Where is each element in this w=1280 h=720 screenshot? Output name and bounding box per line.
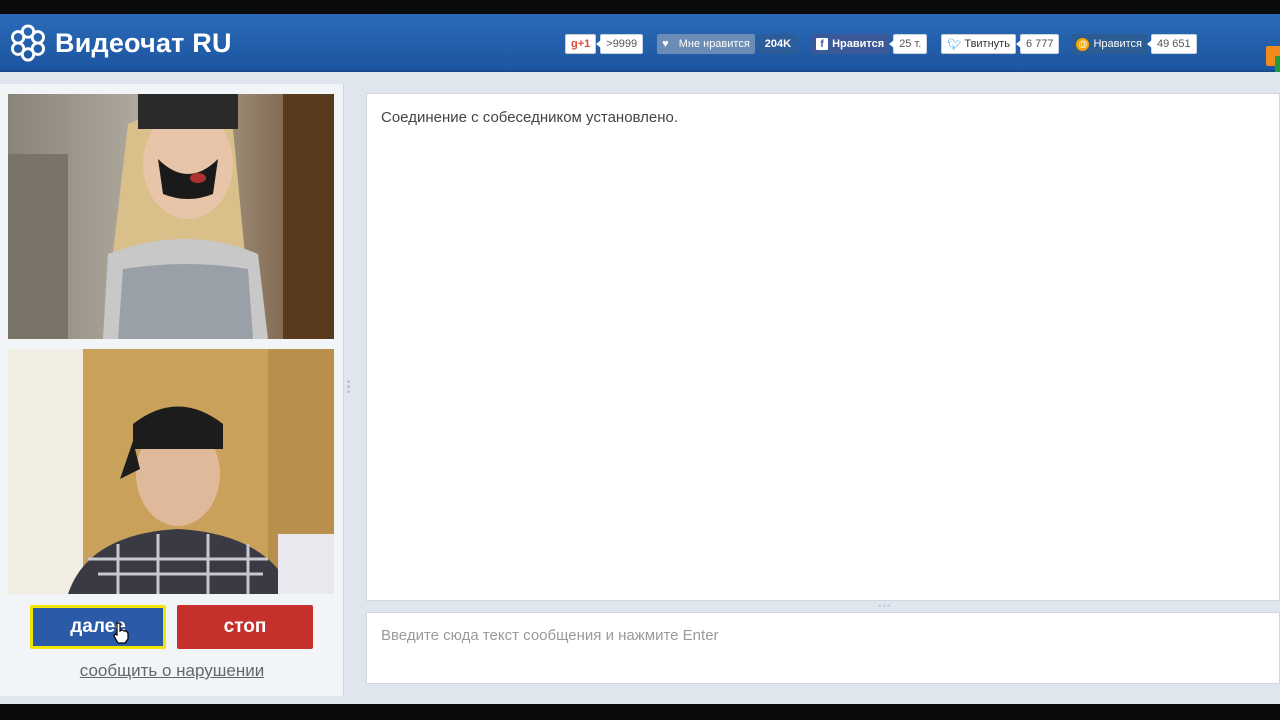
facebook-like-count: 25 т. — [889, 34, 928, 54]
twitter-count: 6 777 — [1015, 34, 1060, 54]
letterbox-bottom — [0, 704, 1280, 720]
logo[interactable]: Видеочат RU — [9, 24, 232, 62]
logo-flower-icon — [10, 24, 46, 62]
next-button[interactable]: далее — [30, 605, 166, 649]
twitter-button[interactable]: 🐦︎ Твитнуть — [941, 34, 1016, 54]
message-input[interactable] — [367, 613, 1279, 683]
app-title: Видеочат RU — [55, 27, 232, 58]
heart-icon: ♥ — [662, 38, 669, 50]
odnoklassniki-like-label: Нравится — [1093, 38, 1143, 50]
edge-accent — [1275, 56, 1280, 72]
odnoklassniki-like-button[interactable]: @ Нравится — [1071, 34, 1148, 54]
vertical-resize-handle[interactable]: • • • — [347, 378, 350, 397]
stop-button[interactable]: стоп — [177, 605, 313, 649]
social-buttons: g+1 >9999 ♥ Мне нравится 204K f Нравится… — [565, 33, 1197, 55]
gplus-button[interactable]: g+1 — [565, 34, 597, 54]
horizontal-resize-handle[interactable]: ••• — [878, 601, 892, 612]
facebook-like-button[interactable]: f Нравится — [811, 34, 890, 54]
letterbox-top — [0, 0, 1280, 14]
mymail-like-button[interactable]: ♥ Мне нравится — [657, 34, 755, 54]
header-bar: Видеочат RU g+1 >9999 ♥ Мне нравится 204… — [0, 14, 1280, 72]
mymail-like-count: 204K — [754, 34, 798, 54]
system-message: Соединение с собеседником установлено. — [381, 109, 679, 126]
odnoklassniki-like-count: 49 651 — [1147, 34, 1197, 54]
chat-log: Соединение с собеседником установлено. — [366, 93, 1280, 601]
twitter-icon: 🐦︎ — [947, 38, 962, 51]
mymail-like-label: Мне нравится — [678, 38, 750, 50]
facebook-like-label: Нравится — [832, 38, 885, 50]
twitter-label: Твитнуть — [964, 38, 1010, 50]
own-video — [8, 349, 334, 594]
partner-video — [8, 94, 334, 339]
facebook-icon: f — [816, 38, 829, 50]
odnoklassniki-icon: @ — [1076, 37, 1090, 51]
gplus-count: >9999 — [596, 34, 644, 54]
message-input-box — [366, 612, 1280, 684]
report-violation-link[interactable]: сообщить о нарушении — [0, 661, 344, 681]
hand-cursor-icon — [113, 622, 129, 644]
